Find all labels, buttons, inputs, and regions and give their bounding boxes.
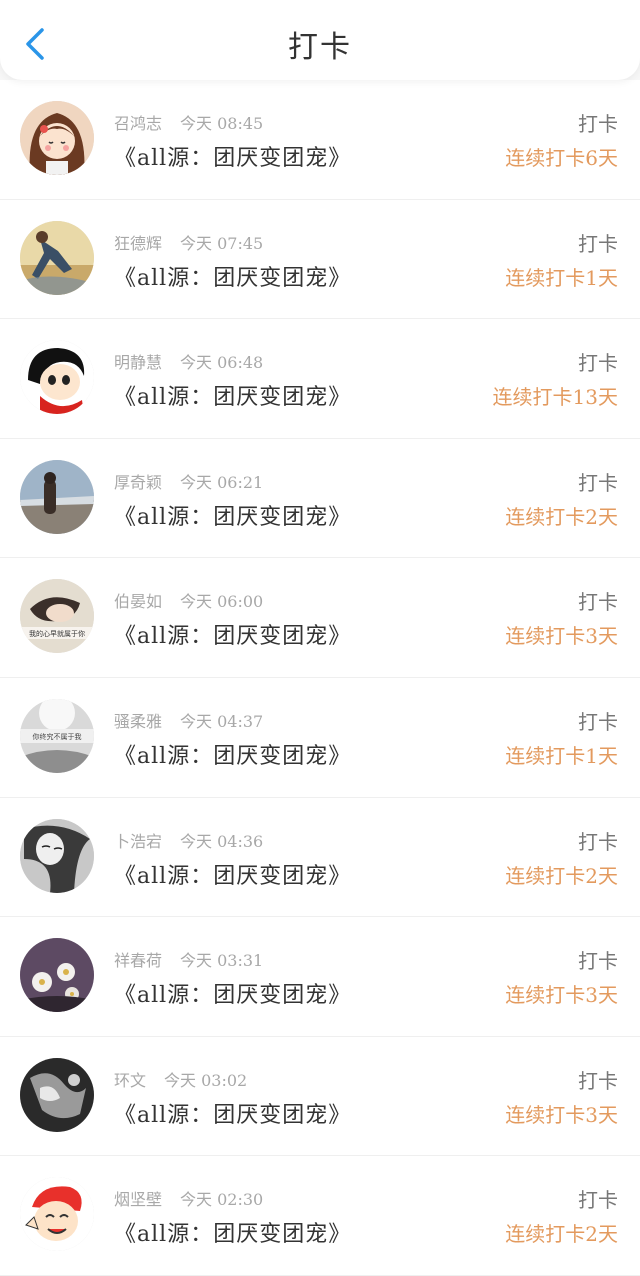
user-name: 明静慧 (114, 353, 163, 373)
user-name: 祥春荷 (114, 951, 163, 971)
checkin-label: 打卡 (578, 590, 618, 615)
list-item[interactable]: 明静慧 今天 06:48 《all源：团厌变团宠》 打卡 连续打卡13天 (0, 319, 640, 439)
list-item[interactable]: 召鸿志 今天 08:45 《all源：团厌变团宠》 打卡 连续打卡6天 (0, 80, 640, 200)
streak-badge: 连续打卡6天 (505, 146, 618, 170)
item-meta: 伯晏如 今天 06:00 (114, 588, 263, 612)
user-name: 环文 (114, 1070, 147, 1090)
checkin-time: 今天 04:36 (180, 831, 264, 851)
checkin-time: 今天 06:48 (180, 353, 264, 373)
checkin-label: 打卡 (578, 1068, 618, 1093)
user-name: 伯晏如 (114, 592, 163, 612)
avatar: 你终究不属于我 (20, 698, 94, 773)
checkin-time: 今天 03:31 (180, 951, 264, 971)
user-name: 骚柔雅 (114, 711, 163, 731)
user-name: 烟坚壁 (114, 1190, 163, 1210)
item-meta: 骚柔雅 今天 04:37 (114, 708, 263, 732)
checkin-label: 打卡 (578, 231, 618, 256)
svg-text:我的心早就属于你: 我的心早就属于你 (29, 629, 85, 638)
header-bar: 打卡 (0, 0, 640, 80)
book-title[interactable]: 《all源：团厌变团宠》 (114, 858, 351, 890)
item-meta: 狂德辉 今天 07:45 (114, 230, 263, 254)
streak-badge: 连续打卡2天 (505, 863, 618, 888)
item-meta: 召鸿志 今天 08:45 (114, 110, 263, 134)
user-name: 厚奇颖 (114, 472, 163, 492)
checkin-label: 打卡 (578, 112, 618, 136)
checkin-time: 今天 07:45 (180, 233, 264, 253)
list-item[interactable]: 你终究不属于我 骚柔雅 今天 04:37 《all源：团厌变团宠》 打卡 连续打卡… (0, 677, 640, 798)
book-title[interactable]: 《all源：团厌变团宠》 (114, 499, 351, 531)
page-title: 打卡 (288, 30, 352, 65)
book-title[interactable]: 《all源：团厌变团宠》 (114, 1216, 351, 1248)
list-item[interactable]: 环文 今天 03:02 《all源：团厌变团宠》 打卡 连续打卡3天 (0, 1036, 640, 1157)
book-title[interactable]: 《all源：团厌变团宠》 (114, 977, 351, 1009)
checkin-time: 今天 04:37 (180, 711, 264, 731)
checkin-list: 召鸿志 今天 08:45 《all源：团厌变团宠》 打卡 连续打卡6天 狂德辉 今天… (0, 80, 640, 1276)
avatar: 我的心早就属于你 (20, 579, 94, 654)
book-title[interactable]: 《all源：团厌变团宠》 (114, 618, 351, 650)
avatar (20, 220, 94, 295)
streak-badge: 连续打卡1天 (505, 265, 618, 290)
streak-badge: 连续打卡3天 (505, 983, 618, 1008)
checkin-time: 今天 02:30 (180, 1190, 264, 1210)
list-item[interactable]: 祥春荷 今天 03:31 《all源：团厌变团宠》 打卡 连续打卡3天 (0, 917, 640, 1037)
avatar (20, 459, 94, 534)
streak-badge: 连续打卡3天 (505, 624, 618, 649)
checkin-time: 今天 06:21 (180, 472, 264, 492)
streak-badge: 连续打卡13天 (492, 385, 618, 410)
list-item[interactable]: 狂德辉 今天 07:45 《all源：团厌变团宠》 打卡 连续打卡1天 (0, 199, 640, 320)
avatar (20, 340, 94, 415)
checkin-time: 今天 03:02 (164, 1070, 248, 1090)
streak-badge: 连续打卡2天 (505, 504, 618, 529)
item-meta: 烟坚壁 今天 02:30 (114, 1186, 263, 1210)
checkin-time: 今天 06:00 (180, 592, 264, 612)
avatar (20, 1177, 94, 1252)
checkin-label: 打卡 (578, 949, 618, 974)
avatar (20, 938, 94, 1013)
book-title[interactable]: 《all源：团厌变团宠》 (114, 260, 351, 292)
item-meta: 厚奇颖 今天 06:21 (114, 469, 263, 493)
checkin-label: 打卡 (578, 470, 618, 495)
item-meta: 卜浩宕 今天 04:36 (114, 828, 263, 852)
avatar (20, 101, 94, 175)
item-meta: 环文 今天 03:02 (114, 1067, 247, 1091)
list-item[interactable]: 厚奇颖 今天 06:21 《all源：团厌变团宠》 打卡 连续打卡2天 (0, 438, 640, 559)
streak-badge: 连续打卡3天 (505, 1102, 618, 1127)
checkin-label: 打卡 (578, 1188, 618, 1213)
book-title[interactable]: 《all源：团厌变团宠》 (114, 379, 351, 411)
book-title[interactable]: 《all源：团厌变团宠》 (114, 1097, 351, 1129)
avatar (20, 1057, 94, 1132)
book-title[interactable]: 《all源：团厌变团宠》 (114, 140, 351, 172)
user-name: 召鸿志 (114, 114, 163, 133)
checkin-label: 打卡 (578, 351, 618, 376)
user-name: 狂德辉 (114, 233, 163, 253)
checkin-label: 打卡 (578, 709, 618, 734)
list-item[interactable]: 烟坚壁 今天 02:30 《all源：团厌变团宠》 打卡 连续打卡2天 (0, 1156, 640, 1276)
svg-text:你终究不属于我: 你终究不属于我 (33, 732, 82, 741)
list-item[interactable]: 我的心早就属于你 伯晏如 今天 06:00 《all源：团厌变团宠》 打卡 连续打… (0, 558, 640, 678)
avatar (20, 818, 94, 893)
user-name: 卜浩宕 (114, 831, 163, 851)
checkin-label: 打卡 (578, 829, 618, 854)
streak-badge: 连续打卡1天 (505, 743, 618, 768)
item-meta: 明静慧 今天 06:48 (114, 349, 263, 373)
list-item[interactable]: 卜浩宕 今天 04:36 《all源：团厌变团宠》 打卡 连续打卡2天 (0, 797, 640, 918)
checkin-time: 今天 08:45 (180, 114, 264, 133)
book-title[interactable]: 《all源：团厌变团宠》 (114, 738, 351, 770)
item-meta: 祥春荷 今天 03:31 (114, 947, 263, 971)
